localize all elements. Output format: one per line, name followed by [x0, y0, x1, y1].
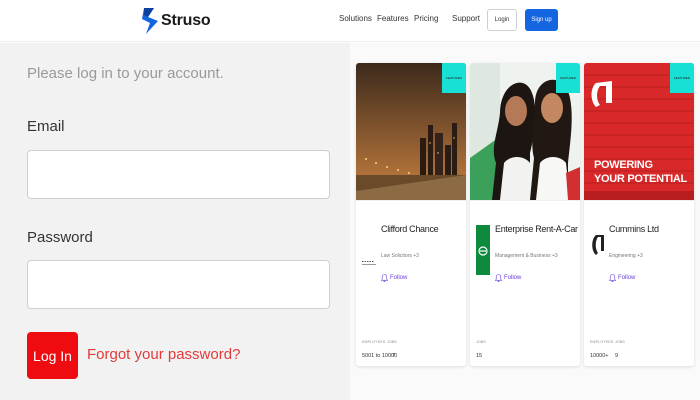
- follow-button[interactable]: Follow: [609, 274, 635, 282]
- jobs-value: 15: [476, 353, 483, 359]
- forgot-password-link[interactable]: Forgot your password?: [87, 346, 240, 363]
- company-name[interactable]: Clifford Chance: [381, 224, 439, 234]
- password-label: Password: [27, 229, 93, 246]
- company-card-clifford-chance[interactable]: FEATURED Clifford Chance Law Solicitors …: [356, 63, 466, 366]
- employees-label: EMPLOYEES: [590, 340, 614, 344]
- card-divider: [470, 200, 580, 201]
- company-category: Management & Business +3: [495, 253, 558, 259]
- enterprise-logo-icon: [476, 225, 490, 275]
- bell-icon: [381, 274, 388, 282]
- brand-logo[interactable]: Struso: [142, 8, 211, 34]
- nav-features[interactable]: Features: [377, 14, 409, 23]
- company-cover-image: FEATURED: [356, 63, 466, 200]
- jobs-value: 9: [615, 353, 619, 359]
- company-name[interactable]: Enterprise Rent-A-Car: [495, 224, 578, 234]
- company-cover-image: POWERING YOUR POTENTIAL FEATURED: [584, 63, 694, 200]
- bell-icon: [495, 274, 502, 282]
- company-name[interactable]: Cummins Ltd: [609, 224, 659, 234]
- nav-support[interactable]: Support: [452, 14, 480, 23]
- featured-badge: FEATURED: [442, 63, 466, 93]
- follow-button[interactable]: Follow: [381, 274, 407, 282]
- top-header: Struso Solutions Features Pricing Suppor…: [0, 0, 700, 42]
- follow-label: Follow: [504, 275, 522, 281]
- employees-value: 10000+: [590, 353, 609, 359]
- follow-button[interactable]: Follow: [495, 274, 521, 282]
- featured-badge: FEATURED: [556, 63, 580, 93]
- bell-icon: [609, 274, 616, 282]
- login-panel: Please log in to your account. Email Pas…: [0, 43, 350, 400]
- follow-label: Follow: [390, 275, 408, 281]
- company-card-enterprise[interactable]: FEATURED Enterprise Rent-A-Car Managemen…: [470, 63, 580, 366]
- nav-solutions[interactable]: Solutions: [339, 14, 372, 23]
- email-field[interactable]: [27, 150, 330, 199]
- password-field[interactable]: [27, 260, 330, 309]
- image-caption-line1: POWERING: [594, 159, 653, 171]
- company-category: Law Solicitors +3: [381, 253, 419, 259]
- featured-companies-panel: FEATURED Clifford Chance Law Solicitors …: [350, 43, 700, 400]
- email-label: Email: [27, 118, 65, 135]
- clifford-chance-logo-icon: [362, 261, 376, 265]
- login-submit-button[interactable]: Log In: [27, 332, 78, 379]
- cummins-logo-icon: [592, 235, 604, 255]
- image-caption-line2: YOUR POTENTIAL: [594, 173, 687, 185]
- company-category: Engineering +3: [609, 253, 643, 259]
- employees-label: EMPLOYEES: [362, 340, 386, 344]
- company-cover-image: FEATURED: [470, 63, 580, 200]
- company-card-cummins[interactable]: POWERING YOUR POTENTIAL FEATURED Cummins…: [584, 63, 694, 366]
- header-signup-button[interactable]: Sign up: [525, 9, 558, 31]
- jobs-label: JOBS: [615, 340, 625, 344]
- brand-name: Struso: [161, 12, 211, 29]
- jobs-value: 7: [392, 353, 396, 359]
- header-login-button[interactable]: Login: [487, 9, 517, 31]
- nav-pricing[interactable]: Pricing: [414, 14, 438, 23]
- jobs-label: JOBS: [476, 340, 486, 344]
- struso-logo-icon: [142, 8, 158, 34]
- follow-label: Follow: [618, 275, 636, 281]
- jobs-label: JOBS: [387, 340, 397, 344]
- card-divider: [356, 200, 466, 201]
- card-divider: [584, 200, 694, 201]
- featured-badge: FEATURED: [670, 63, 694, 93]
- login-heading: Please log in to your account.: [27, 65, 224, 82]
